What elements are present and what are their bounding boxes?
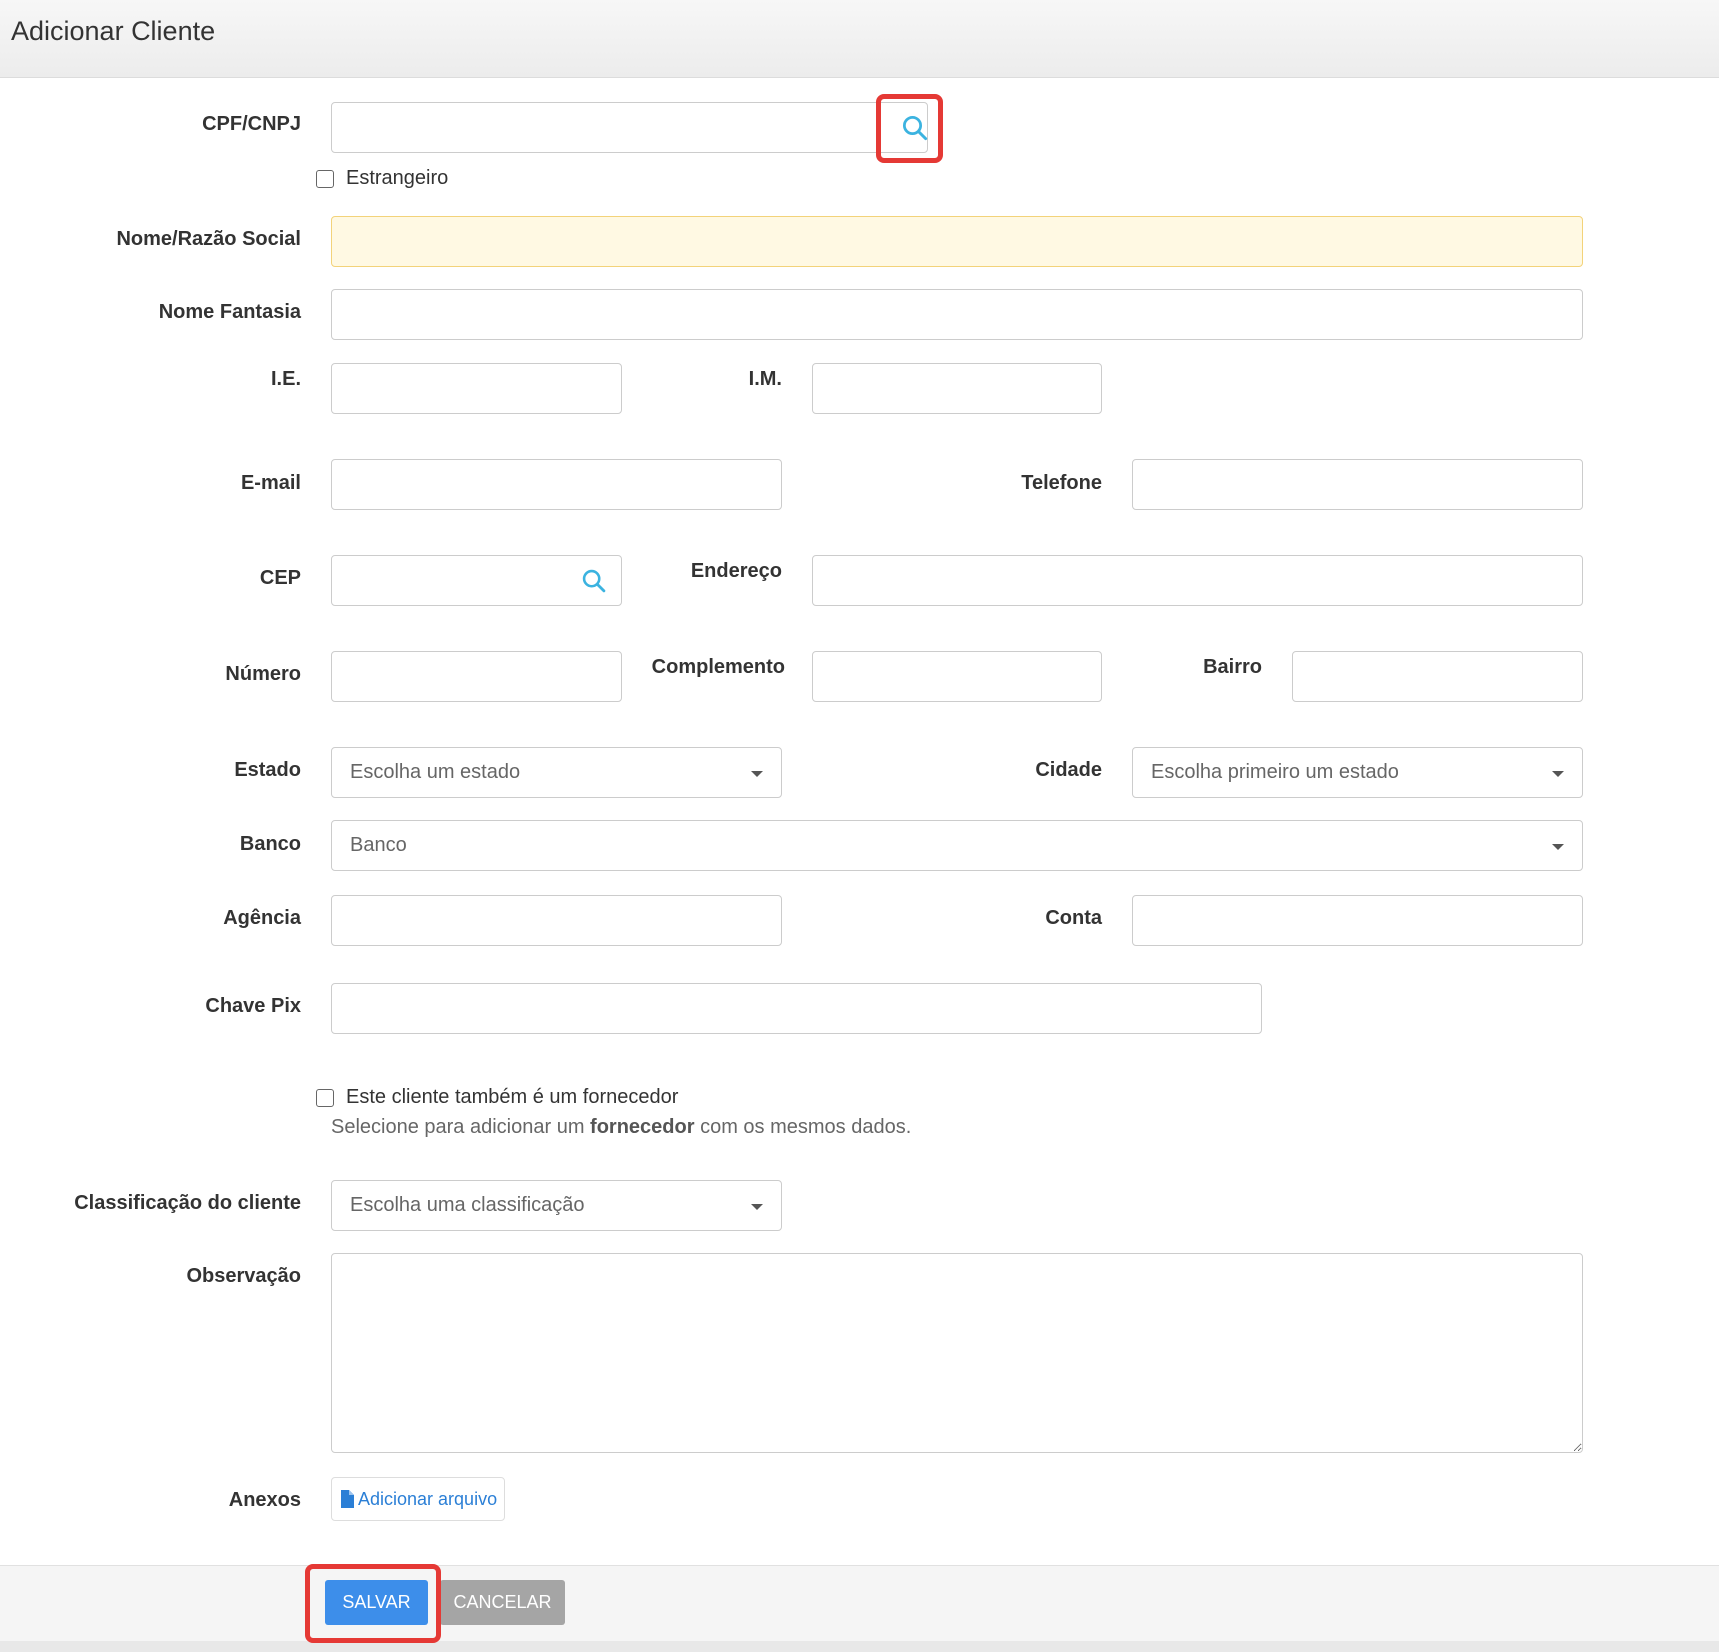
fornecedor-hint: Selecione para adicionar um fornecedor c…: [331, 1116, 911, 1139]
fornecedor-label: Este cliente também é um fornecedor: [346, 1086, 679, 1108]
observacao-textarea[interactable]: [331, 1253, 1583, 1453]
chevron-down-icon: [1552, 844, 1564, 850]
email-input[interactable]: [331, 459, 782, 510]
complemento-input[interactable]: [812, 651, 1102, 702]
banco-select[interactable]: Banco: [331, 820, 1583, 871]
estado-select[interactable]: Escolha um estado: [331, 747, 782, 798]
nome-fantasia-label: Nome Fantasia: [158, 301, 301, 323]
page-header: Adicionar Cliente: [0, 0, 1719, 78]
chave-pix-input[interactable]: [331, 983, 1262, 1034]
cidade-label: Cidade: [1035, 759, 1102, 781]
estado-label: Estado: [234, 759, 301, 781]
cancel-button[interactable]: CANCELAR: [440, 1580, 565, 1625]
chave-pix-label: Chave Pix: [205, 995, 301, 1017]
fornecedor-checkbox[interactable]: [316, 1089, 334, 1107]
estrangeiro-label: Estrangeiro: [346, 167, 449, 189]
cidade-select[interactable]: Escolha primeiro um estado: [1132, 747, 1583, 798]
banco-label: Banco: [239, 833, 301, 855]
fornecedor-hint-bold: fornecedor: [590, 1116, 695, 1138]
nome-razao-input[interactable]: [331, 216, 1583, 267]
endereco-input[interactable]: [812, 555, 1583, 606]
cep-label: CEP: [259, 567, 301, 589]
nome-razao-label: Nome/Razão Social: [116, 228, 301, 250]
cep-input[interactable]: [331, 555, 622, 606]
bairro-input[interactable]: [1292, 651, 1583, 702]
form-footer: [0, 1565, 1719, 1652]
telefone-input[interactable]: [1132, 459, 1583, 510]
cpf-cnpj-label: CPF/CNPJ: [202, 113, 301, 135]
im-input[interactable]: [812, 363, 1102, 414]
im-label: I.M.: [748, 368, 782, 390]
file-icon: [341, 1490, 354, 1508]
footer-divider: [0, 1641, 1719, 1652]
fornecedor-hint-suffix: com os mesmos dados.: [694, 1116, 912, 1138]
estrangeiro-checkbox[interactable]: [316, 170, 334, 188]
classificacao-select[interactable]: Escolha uma classificação: [331, 1180, 782, 1231]
estado-selected-value: Escolha um estado: [350, 761, 521, 783]
observacao-label: Observação: [186, 1265, 301, 1287]
numero-input[interactable]: [331, 651, 622, 702]
chevron-down-icon: [751, 771, 763, 777]
numero-label: Número: [225, 663, 301, 685]
highlight-box-search: [876, 94, 943, 163]
email-label: E-mail: [240, 472, 301, 494]
endereco-label: Endereço: [690, 560, 782, 582]
add-file-button[interactable]: Adicionar arquivo: [331, 1477, 505, 1521]
conta-label: Conta: [1045, 907, 1102, 929]
classificacao-label: Classificação do cliente: [74, 1192, 301, 1214]
classificacao-selected-value: Escolha uma classificação: [350, 1194, 585, 1216]
ie-input[interactable]: [331, 363, 622, 414]
cpf-cnpj-input[interactable]: [331, 102, 928, 153]
add-file-label: Adicionar arquivo: [358, 1488, 498, 1509]
banco-selected-value: Banco: [350, 834, 407, 856]
fornecedor-hint-prefix: Selecione para adicionar um: [331, 1116, 591, 1138]
anexos-label: Anexos: [228, 1489, 301, 1511]
ie-label: I.E.: [270, 368, 301, 390]
cep-search-icon[interactable]: [580, 567, 608, 595]
highlight-box-save: [305, 1564, 441, 1643]
conta-input[interactable]: [1132, 895, 1583, 946]
nome-fantasia-input[interactable]: [331, 289, 1583, 340]
chevron-down-icon: [1552, 771, 1564, 777]
telefone-label: Telefone: [1021, 472, 1102, 494]
bairro-label: Bairro: [1203, 656, 1262, 678]
chevron-down-icon: [751, 1204, 763, 1210]
agencia-input[interactable]: [331, 895, 782, 946]
complemento-label: Complemento: [651, 656, 785, 678]
cidade-selected-value: Escolha primeiro um estado: [1151, 761, 1399, 783]
page-title: Adicionar Cliente: [11, 16, 216, 46]
agencia-label: Agência: [223, 907, 301, 929]
